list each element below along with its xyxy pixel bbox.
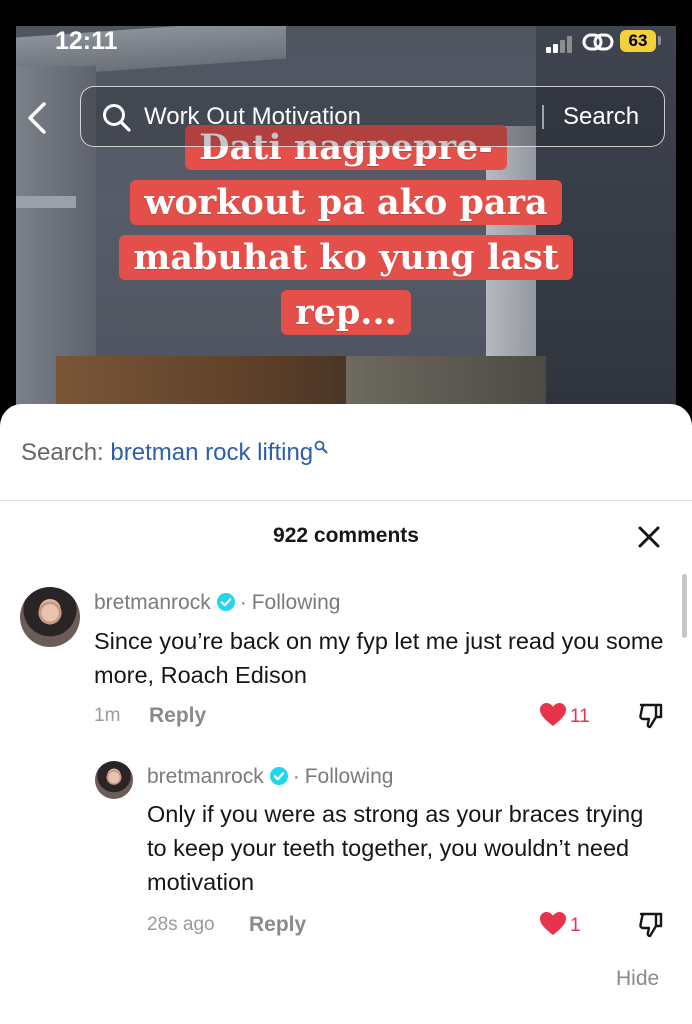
- comment-time: 1m: [94, 705, 121, 726]
- comment-text: Since you’re back on my fyp let me just …: [94, 628, 664, 688]
- reply-button[interactable]: Reply: [149, 704, 206, 728]
- divider: [0, 500, 692, 501]
- heart-icon[interactable]: [539, 911, 567, 937]
- heart-icon[interactable]: [539, 702, 567, 728]
- scrollbar[interactable]: [682, 574, 687, 638]
- dislike-icon[interactable]: [638, 912, 664, 938]
- comment-relation: Following: [304, 765, 394, 788]
- comment-username-row: bretmanrock · Following: [94, 591, 341, 614]
- comment-username-row: bretmanrock · Following: [147, 765, 394, 788]
- search-bar[interactable]: Work Out Motivation Search: [80, 86, 665, 147]
- back-icon[interactable]: [22, 98, 52, 138]
- verified-icon: [216, 593, 235, 611]
- comment-count: 922 comments: [273, 524, 419, 547]
- search-input[interactable]: Work Out Motivation: [144, 101, 361, 133]
- like-count: 11: [570, 706, 590, 727]
- related-search-label: Search:: [21, 439, 104, 466]
- caption-line: rep...: [281, 290, 411, 335]
- signal-icon: [546, 35, 576, 53]
- verified-icon: [269, 767, 288, 785]
- comment-relation: Following: [251, 591, 341, 614]
- avatar[interactable]: [95, 761, 133, 799]
- avatar[interactable]: [20, 587, 80, 647]
- status-time: 12:11: [55, 27, 118, 55]
- like-count: 1: [570, 915, 581, 936]
- comment-time: 28s ago: [147, 914, 215, 935]
- comment-username[interactable]: bretmanrock: [94, 591, 211, 614]
- comments-sheet: Search: bretman rock lifting 922 comment…: [0, 404, 692, 1024]
- comment-text: Only if you were as strong as your brace…: [147, 801, 644, 895]
- dislike-icon[interactable]: [638, 703, 664, 729]
- link-icon: [582, 33, 614, 51]
- related-search[interactable]: Search: bretman rock lifting: [21, 438, 328, 468]
- hide-button[interactable]: Hide: [616, 966, 659, 992]
- search-icon: [314, 440, 328, 454]
- battery-indicator: 63: [620, 30, 656, 52]
- related-search-query[interactable]: bretman rock lifting: [110, 439, 313, 466]
- caption-line: mabuhat ko yung last: [119, 235, 573, 280]
- reply-button[interactable]: Reply: [249, 913, 306, 937]
- search-divider: [542, 105, 544, 129]
- video-caption: Dati nagpepre- workout pa ako para mabuh…: [0, 120, 692, 340]
- close-icon[interactable]: [634, 522, 664, 552]
- search-button[interactable]: Search: [563, 101, 639, 133]
- caption-line: workout pa ako para: [130, 180, 562, 225]
- battery-tip: [658, 36, 661, 45]
- search-icon: [103, 104, 131, 132]
- comment-username[interactable]: bretmanrock: [147, 765, 264, 788]
